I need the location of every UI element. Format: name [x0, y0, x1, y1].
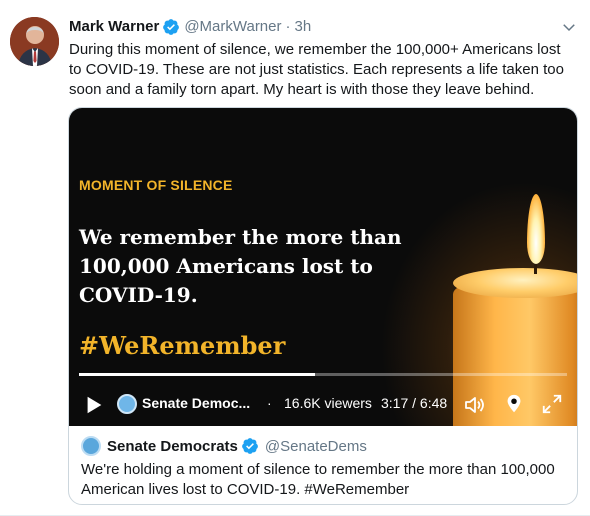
video-controls: Senate Democ... · 16.6K viewers 3:17 / 6…	[69, 388, 577, 422]
tweet-header: Mark Warner @MarkWarner · 3h	[69, 17, 311, 37]
video-timecode: 3:17 / 6:48	[381, 395, 448, 411]
controls-separator: ·	[267, 395, 272, 411]
video-progress-fill	[79, 373, 316, 376]
quoted-avatar[interactable]	[81, 436, 101, 456]
header-separator: ·	[285, 18, 291, 35]
video-source-name[interactable]: Senate Democ...	[142, 395, 250, 411]
quoted-tweet[interactable]: Senate Democrats @SenateDems We're holdi…	[69, 426, 577, 504]
author-name[interactable]: Mark Warner	[69, 17, 159, 37]
video-moment-label: MOMENT OF SILENCE	[79, 177, 233, 193]
video-remember-text: We remember the more than 100,000 Americ…	[79, 225, 402, 307]
location-pin-icon[interactable]	[503, 393, 525, 415]
tweet-text: During this moment of silence, we rememb…	[69, 41, 564, 98]
video-progress-bar[interactable]	[79, 373, 567, 376]
tweet-timestamp[interactable]: 3h	[295, 17, 312, 37]
video-player[interactable]: MOMENT OF SILENCE We remember the more t…	[69, 108, 577, 426]
quoted-author-handle[interactable]: @SenateDems	[265, 438, 367, 455]
quoted-author-name[interactable]: Senate Democrats	[107, 438, 238, 455]
source-avatar[interactable]	[117, 394, 137, 414]
quote-card[interactable]: MOMENT OF SILENCE We remember the more t…	[68, 107, 578, 505]
quoted-header: Senate Democrats @SenateDems	[81, 436, 367, 456]
verified-icon	[163, 19, 180, 35]
author-handle[interactable]: @MarkWarner	[184, 17, 281, 37]
volume-icon[interactable]	[463, 393, 487, 417]
viewer-count: 16.6K viewers	[284, 395, 372, 411]
avatar[interactable]	[10, 17, 59, 66]
verified-icon	[242, 438, 258, 454]
tweet[interactable]: Mark Warner @MarkWarner · 3h During this…	[0, 0, 590, 516]
play-icon[interactable]	[83, 394, 105, 416]
video-hashtag: #WeRemember	[79, 331, 286, 360]
avatar-photo	[10, 17, 59, 66]
expand-icon[interactable]	[541, 393, 563, 415]
quoted-text: We're holding a moment of silence to rem…	[81, 461, 555, 498]
chevron-down-icon[interactable]	[560, 18, 578, 36]
